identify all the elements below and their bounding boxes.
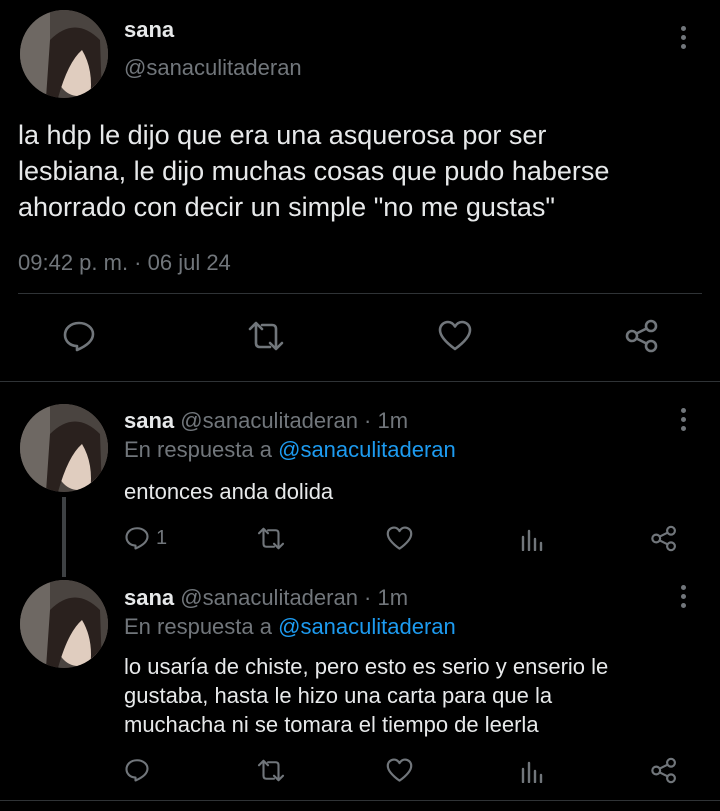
- reply-text-line: lo usaría de chiste, pero esto es serio …: [124, 654, 609, 679]
- reply-icon[interactable]: [124, 758, 150, 782]
- reply-text: entonces anda dolida: [124, 478, 333, 506]
- reply-count: 1: [156, 526, 168, 549]
- divider: [0, 381, 720, 382]
- reply-text-line: entonces anda dolida: [124, 479, 334, 504]
- reply-icon[interactable]: [62, 320, 96, 352]
- in-reply-to-label: En respuesta a: [124, 614, 272, 639]
- reply-header: sana @sanaculitaderan · 1m: [124, 408, 408, 434]
- author-name[interactable]: sana: [124, 585, 174, 610]
- retweet-icon[interactable]: [246, 321, 286, 351]
- author-handle-time[interactable]: @sanaculitaderan · 1m: [180, 585, 408, 610]
- like-icon[interactable]: [386, 758, 413, 783]
- share-icon[interactable]: [624, 319, 660, 353]
- author-handle-time[interactable]: @sanaculitaderan · 1m: [180, 408, 408, 433]
- share-icon[interactable]: [650, 525, 678, 552]
- avatar[interactable]: [20, 10, 108, 98]
- reply-text-line: muchacha ni se tomara el tiempo de leerl…: [124, 712, 539, 737]
- in-reply-to: En respuesta a @sanaculitaderan: [124, 437, 456, 463]
- reply-text: lo usaría de chiste, pero esto es serio …: [124, 652, 608, 739]
- share-icon[interactable]: [650, 757, 678, 784]
- analytics-icon[interactable]: [520, 527, 544, 551]
- retweet-icon[interactable]: [256, 759, 286, 782]
- tweet-text-line: ahorrado con decir un simple "no me gust…: [18, 192, 555, 222]
- in-reply-to: En respuesta a @sanaculitaderan: [124, 614, 456, 640]
- avatar[interactable]: [20, 580, 108, 668]
- retweet-icon[interactable]: [256, 527, 286, 550]
- in-reply-to-handle[interactable]: @sanaculitaderan: [278, 437, 456, 462]
- reply-text-line: gustaba, hasta le hizo una carta para qu…: [124, 683, 553, 708]
- avatar[interactable]: [20, 404, 108, 492]
- divider: [0, 800, 720, 801]
- author-name[interactable]: sana: [124, 17, 174, 43]
- tweet-timestamp[interactable]: 09:42 p. m. · 06 jul 24: [18, 250, 231, 276]
- analytics-icon[interactable]: [520, 759, 544, 783]
- tweet-text-line: la hdp le dijo que era una asquerosa por…: [18, 120, 547, 150]
- in-reply-to-label: En respuesta a: [124, 437, 272, 462]
- tweet-text-line: lesbiana, le dijo muchas cosas que pudo …: [18, 156, 610, 186]
- more-options-icon[interactable]: [680, 585, 686, 608]
- more-options-icon[interactable]: [680, 26, 686, 49]
- author-handle[interactable]: @sanaculitaderan: [124, 55, 302, 81]
- author-name[interactable]: sana: [124, 408, 174, 433]
- tweet-text: la hdp le dijo que era una asquerosa por…: [18, 117, 718, 225]
- reply-header: sana @sanaculitaderan · 1m: [124, 585, 408, 611]
- in-reply-to-handle[interactable]: @sanaculitaderan: [278, 614, 456, 639]
- like-icon[interactable]: [386, 526, 413, 551]
- thread-line: [62, 497, 66, 577]
- more-options-icon[interactable]: [680, 408, 686, 431]
- reply-icon[interactable]: 1: [124, 526, 167, 550]
- like-icon[interactable]: [438, 320, 472, 352]
- divider: [18, 293, 702, 294]
